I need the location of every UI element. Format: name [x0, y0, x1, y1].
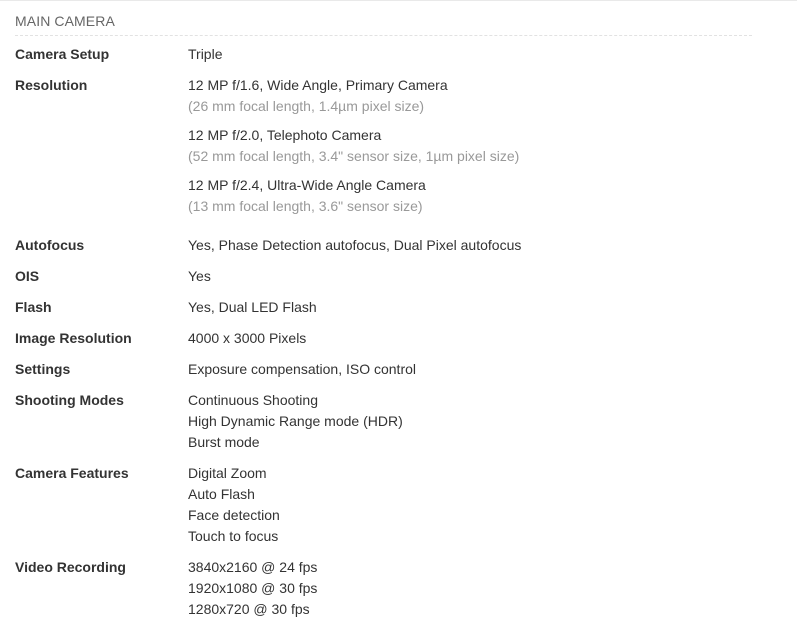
spec-value: Yes [188, 266, 752, 287]
spec-value-text: Exposure compensation, ISO control [188, 361, 417, 377]
spec-value-item: Burst mode [188, 434, 260, 450]
camera-entry-telephoto: 12 MP f/2.0, Telephoto Camera (52 mm foc… [188, 125, 752, 167]
spec-row-ois: OIS Yes [15, 266, 752, 287]
camera-entry-primary: 12 MP f/1.6, Wide Angle, Primary Camera … [188, 75, 752, 117]
spec-table: Camera Setup Triple Resolution 12 MP f/1… [15, 44, 752, 630]
spec-value-item: 3840x2160 @ 24 fps [188, 559, 318, 575]
spec-value-text: 4000 x 3000 Pixels [188, 330, 307, 346]
camera-entry-ultrawide: 12 MP f/2.4, Ultra-Wide Angle Camera (13… [188, 175, 752, 217]
spec-label: Camera Features [15, 465, 129, 481]
spec-value-item: Face detection [188, 507, 280, 523]
spec-value-text: Triple [188, 46, 223, 62]
spec-row-flash: Flash Yes, Dual LED Flash [15, 297, 752, 318]
spec-row-camera-setup: Camera Setup Triple [15, 44, 752, 65]
camera-main-text: 12 MP f/1.6, Wide Angle, Primary Camera [188, 77, 448, 93]
spec-value: 12 MP f/1.6, Wide Angle, Primary Camera … [188, 75, 752, 217]
camera-detail-text: (26 mm focal length, 1.4µm pixel size) [188, 98, 425, 114]
spec-label: Autofocus [15, 237, 85, 253]
spec-value: Continuous Shooting High Dynamic Range m… [188, 390, 752, 453]
spec-value-text: Yes, Phase Detection autofocus, Dual Pix… [188, 237, 522, 253]
camera-detail-text: (13 mm focal length, 3.6" sensor size) [188, 198, 423, 214]
section-divider [15, 35, 752, 36]
spec-label: Image Resolution [15, 330, 132, 346]
spec-label: Camera Setup [15, 46, 110, 62]
spec-value: Exposure compensation, ISO control [188, 359, 752, 380]
spec-value-item: Touch to focus [188, 528, 279, 544]
spec-value: Digital Zoom Auto Flash Face detection T… [188, 463, 752, 547]
spec-value-text: Yes [188, 268, 211, 284]
spec-value: Yes, Dual LED Flash [188, 297, 752, 318]
spec-value-item: 1920x1080 @ 30 fps [188, 580, 318, 596]
spec-value-item: High Dynamic Range mode (HDR) [188, 413, 403, 429]
spec-value: 4000 x 3000 Pixels [188, 328, 752, 349]
section-title: MAIN CAMERA [15, 13, 115, 29]
spec-value: 3840x2160 @ 24 fps 1920x1080 @ 30 fps 12… [188, 557, 752, 620]
spec-label: Resolution [15, 77, 88, 93]
spec-value: Triple [188, 44, 752, 65]
spec-row-autofocus: Autofocus Yes, Phase Detection autofocus… [15, 235, 752, 256]
spec-row-resolution: Resolution 12 MP f/1.6, Wide Angle, Prim… [15, 75, 752, 217]
spec-row-video-recording: Video Recording 3840x2160 @ 24 fps 1920x… [15, 557, 752, 620]
spec-label: Settings [15, 361, 71, 377]
camera-main-text: 12 MP f/2.4, Ultra-Wide Angle Camera [188, 177, 426, 193]
spec-row-image-resolution: Image Resolution 4000 x 3000 Pixels [15, 328, 752, 349]
spec-label: Flash [15, 299, 52, 315]
camera-main-text: 12 MP f/2.0, Telephoto Camera [188, 127, 382, 143]
spec-value-item: 1280x720 @ 30 fps [188, 601, 310, 617]
spec-row-shooting-modes: Shooting Modes Continuous Shooting High … [15, 390, 752, 453]
spec-row-settings: Settings Exposure compensation, ISO cont… [15, 359, 752, 380]
spec-value-text: Yes, Dual LED Flash [188, 299, 317, 315]
top-divider [0, 0, 797, 1]
camera-detail-text: (52 mm focal length, 3.4" sensor size, 1… [188, 148, 520, 164]
spec-label: Video Recording [15, 559, 126, 575]
spec-label: Shooting Modes [15, 392, 124, 408]
spec-label: OIS [15, 268, 40, 284]
spec-value-item: Continuous Shooting [188, 392, 318, 408]
spec-value: Yes, Phase Detection autofocus, Dual Pix… [188, 235, 752, 256]
spec-value-item: Digital Zoom [188, 465, 267, 481]
spec-row-camera-features: Camera Features Digital Zoom Auto Flash … [15, 463, 752, 547]
spec-value-item: Auto Flash [188, 486, 255, 502]
